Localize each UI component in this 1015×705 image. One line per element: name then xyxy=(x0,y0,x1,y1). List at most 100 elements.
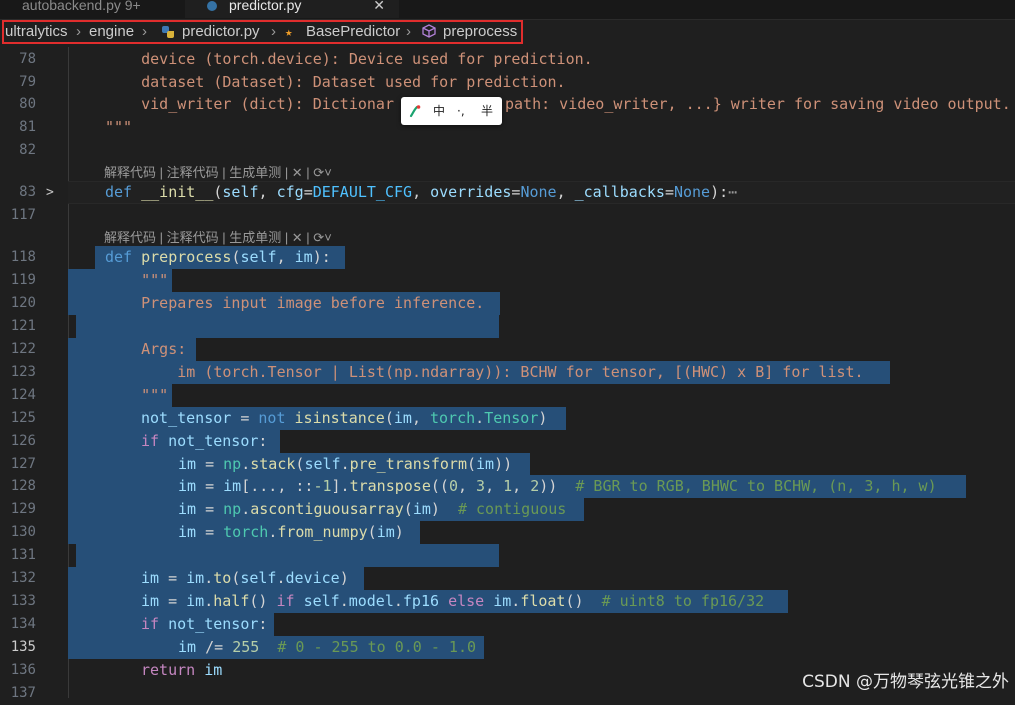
tab-bar: autobackend.py 9+ predictor.py ✕ xyxy=(0,0,1015,20)
code-line-79: 79 dataset (Dataset): Dataset used for p… xyxy=(0,71,1015,94)
code-line-122: 122 Args: xyxy=(0,338,1015,361)
breadcrumb-separator: › xyxy=(406,23,411,40)
close-tab-icon[interactable]: ✕ xyxy=(373,0,385,18)
code-line-129: 129 im = np.ascontiguousarray(im) # cont… xyxy=(0,498,1015,521)
docstring-text: vid_writer (dict): Dictionar xyxy=(105,95,394,113)
line-number: 128 xyxy=(10,478,36,494)
code-statement: im = np.stack(self.pre_transform(im)) xyxy=(178,455,513,473)
docstring-text: device (torch.device): Device used for p… xyxy=(105,50,593,68)
docstring-text: dataset (Dataset): Dataset used for pred… xyxy=(105,73,566,91)
code-line-82: 82 xyxy=(0,139,1015,162)
tab-autobackend-label: autobackend.py 9+ xyxy=(22,0,141,13)
tab-autobackend[interactable]: autobackend.py 9+ xyxy=(0,0,197,18)
code-line-78: 78 device (torch.device): Device used fo… xyxy=(0,48,1015,71)
code-line-132: 132 im = im.to(self.device) xyxy=(0,567,1015,590)
folded-ellipsis-icon: ⋯ xyxy=(728,183,738,201)
watermark: CSDN @万物琴弦光锥之外 xyxy=(802,672,1009,692)
code-line-83: 83 > def __init__(self, cfg=DEFAULT_CFG,… xyxy=(0,181,1015,204)
code-statement: if not_tensor: xyxy=(141,615,268,633)
breadcrumb-item-class[interactable]: BasePredictor xyxy=(306,23,400,41)
code-line-119: 119 """ xyxy=(0,269,1015,292)
docstring-quotes: """ xyxy=(105,271,169,289)
codelens-text[interactable]: 解释代码 | 注释代码 | 生成单测 | ✕ | ⟳˅ xyxy=(104,230,332,245)
ime-toolbar[interactable]: 中 ·, 半 xyxy=(401,97,502,125)
line-number: 127 xyxy=(10,456,36,472)
code-editor[interactable]: 78 device (torch.device): Device used fo… xyxy=(0,47,1015,701)
line-number: 129 xyxy=(10,501,36,517)
breadcrumb-item-method[interactable]: preprocess xyxy=(443,23,517,41)
code-line-128: 128 im = im[..., ::-1].transpose((0, 3, … xyxy=(0,475,1015,498)
line-number: 134 xyxy=(10,616,36,632)
code-line-127: 127 im = np.stack(self.pre_transform(im)… xyxy=(0,453,1015,476)
line-number: 117 xyxy=(10,207,36,223)
line-number: 123 xyxy=(10,364,36,380)
code-line-133: 133 im = im.half() if self.model.fp16 el… xyxy=(0,590,1015,613)
code-line-81: 81 """ xyxy=(0,116,1015,139)
ime-width-label[interactable]: 半 xyxy=(481,103,493,119)
code-statement: if not_tensor: xyxy=(141,432,268,450)
breadcrumb-item-file[interactable]: predictor.py xyxy=(182,23,260,41)
line-number: 82 xyxy=(19,142,36,158)
line-number: 80 xyxy=(19,96,36,112)
docstring-quotes: """ xyxy=(105,118,133,136)
code-statement: im = im.to(self.device) xyxy=(141,569,349,587)
code-statement: im /= 255 # 0 - 255 to 0.0 - 1.0 xyxy=(178,638,477,656)
line-number: 119 xyxy=(10,272,36,288)
code-line-80: 80 vid_writer (dict): Dictionar path: vi… xyxy=(0,93,1015,116)
ime-mode-label[interactable]: 中 xyxy=(433,103,445,119)
python-file-icon xyxy=(162,26,174,38)
breadcrumb-separator: › xyxy=(76,23,81,40)
line-number: 81 xyxy=(19,119,36,135)
fold-chevron-icon[interactable]: > xyxy=(46,181,54,204)
line-number: 79 xyxy=(19,74,36,90)
code-line-123: 123 im (torch.Tensor | List(np.ndarray))… xyxy=(0,361,1015,384)
line-number: 118 xyxy=(10,249,36,265)
docstring-text: im (torch.Tensor | List(np.ndarray)): BC… xyxy=(105,363,864,381)
line-number: 133 xyxy=(10,593,36,609)
line-number: 132 xyxy=(10,570,36,586)
breadcrumb-separator: › xyxy=(271,23,276,40)
line-number: 130 xyxy=(10,524,36,540)
docstring-text: Prepares input image before inference. xyxy=(105,294,485,312)
breadcrumb-separator: › xyxy=(142,23,147,40)
code-line-124: 124 """ xyxy=(0,384,1015,407)
codelens-text[interactable]: 解释代码 | 注释代码 | 生成单测 | ✕ | ⟳˅ xyxy=(104,165,332,180)
line-number: 126 xyxy=(10,433,36,449)
code-statement: return im xyxy=(141,661,223,679)
code-statement: not_tensor = not isinstance(im, torch.Te… xyxy=(141,409,548,427)
code-statement: im = im.half() if self.model.fp16 else i… xyxy=(141,592,765,610)
code-line-121: 121 xyxy=(0,315,1015,338)
ime-logo-icon xyxy=(409,105,421,118)
method-cube-icon xyxy=(422,24,436,38)
code-line-131: 131 xyxy=(0,544,1015,567)
code-preprocess-def: def preprocess(self, im): xyxy=(105,248,331,266)
code-line-135: 135 im /= 255 # 0 - 255 to 0.0 - 1.0 xyxy=(0,636,1015,659)
code-line-126: 126 if not_tensor: xyxy=(0,430,1015,453)
code-statement: im = np.ascontiguousarray(im) # contiguo… xyxy=(178,500,567,518)
tab-predictor-label: predictor.py xyxy=(229,0,302,13)
line-number: 78 xyxy=(19,51,36,67)
code-statement: im = torch.from_numpy(im) xyxy=(178,523,404,541)
code-line-118: 118 def preprocess(self, im): xyxy=(0,246,1015,269)
tab-predictor[interactable]: predictor.py ✕ xyxy=(185,0,399,18)
code-statement: im = im[..., ::-1].transpose((0, 3, 1, 2… xyxy=(178,477,937,495)
code-line-130: 130 im = torch.from_numpy(im) xyxy=(0,521,1015,544)
line-number: 120 xyxy=(10,295,36,311)
docstring-text: path: video_writer, ...} writer for savi… xyxy=(505,95,1011,113)
python-file-icon xyxy=(207,1,217,11)
line-number: 136 xyxy=(10,662,36,678)
line-number: 137 xyxy=(10,685,36,701)
docstring-quotes: """ xyxy=(105,386,169,404)
breadcrumb-item-engine[interactable]: engine xyxy=(89,23,134,41)
class-icon: ⭑ xyxy=(285,24,293,40)
breadcrumb-item-ultralytics[interactable]: ultralytics xyxy=(5,23,68,41)
line-number: 125 xyxy=(10,410,36,426)
line-number: 122 xyxy=(10,341,36,357)
code-line-120: 120 Prepares input image before inferenc… xyxy=(0,292,1015,315)
ime-punct-label[interactable]: ·, xyxy=(457,103,465,119)
line-number: 83 xyxy=(19,184,36,200)
code-line-134: 134 if not_tensor: xyxy=(0,613,1015,636)
breadcrumb: ultralytics › engine › predictor.py › ⭑ … xyxy=(0,20,1015,46)
code-init-def: def __init__(self, cfg=DEFAULT_CFG, over… xyxy=(105,183,738,201)
line-number: 121 xyxy=(10,318,36,334)
